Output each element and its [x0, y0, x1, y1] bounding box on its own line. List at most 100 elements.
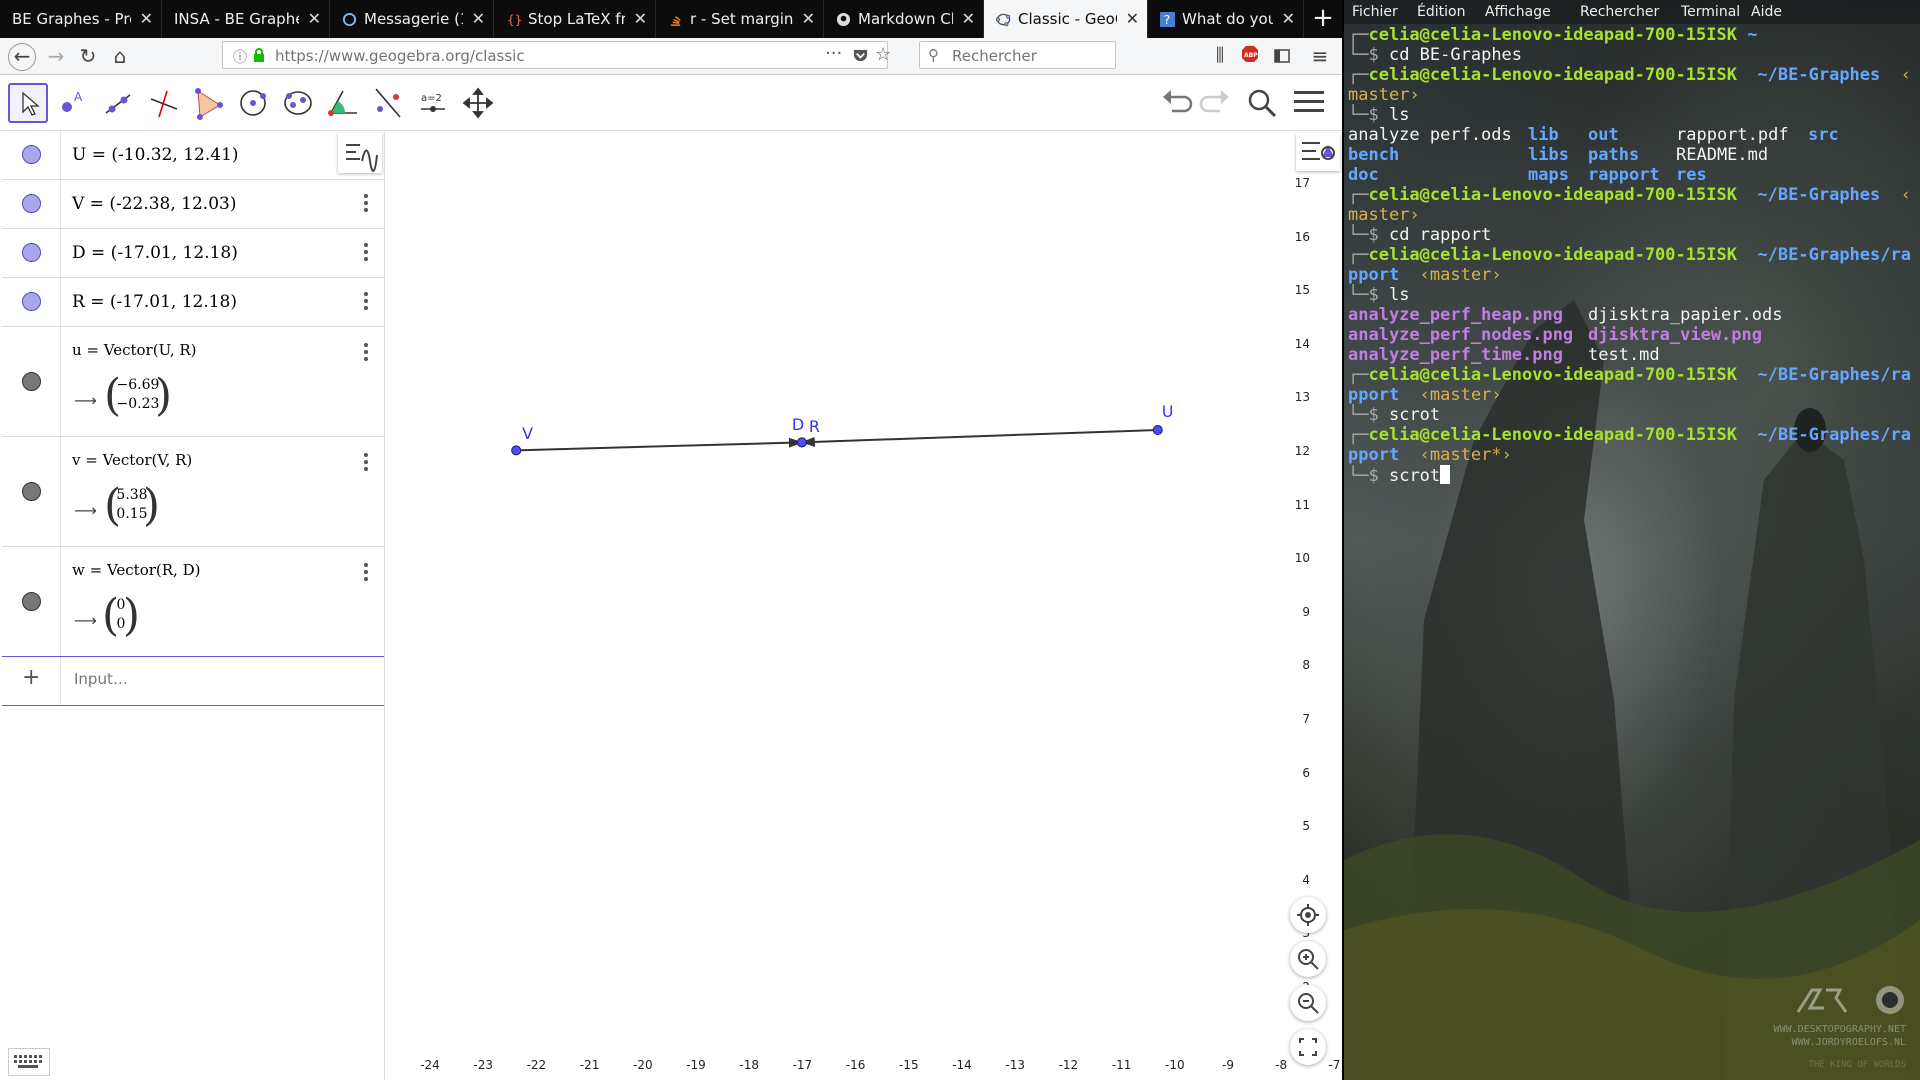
visibility-toggle-icon[interactable] [22, 145, 41, 164]
terminal-window[interactable]: Fichier Édition Affichage Rechercher Ter… [1344, 0, 1920, 1080]
tab-stop-latex[interactable]: {} Stop LaTeX from ✕ [494, 0, 656, 38]
info-icon[interactable]: ⓘ [233, 47, 247, 67]
close-icon[interactable]: ✕ [308, 0, 321, 38]
visibility-toggle-icon[interactable] [22, 372, 41, 391]
ellipse-tool-icon[interactable] [278, 83, 318, 123]
menu-icon[interactable]: ≡ [1308, 44, 1332, 68]
visibility-toggle-icon[interactable] [22, 592, 41, 611]
back-button[interactable]: ← [8, 43, 36, 71]
menu-affichage[interactable]: Affichage [1485, 4, 1551, 20]
library-icon[interactable]: ⫼ [1208, 44, 1232, 68]
bookmark-star-icon[interactable]: ☆ [875, 44, 891, 65]
close-icon[interactable]: ✕ [962, 0, 975, 38]
visibility-toggle-icon[interactable] [22, 194, 41, 213]
algebra-row-u[interactable]: u = Vector(U, R) ⟶ () −6.69 −0.23 [2, 327, 384, 437]
adblock-icon[interactable]: ABP [1238, 44, 1262, 68]
algebra-row-w[interactable]: w = Vector(R, D) ⟶ () 0 0 [2, 547, 384, 657]
close-icon[interactable]: ✕ [140, 0, 153, 38]
algebra-row-R[interactable]: R = (-17.01, 12.18) [2, 278, 384, 327]
reload-button[interactable]: ↻ [76, 44, 100, 68]
zoom-in-icon[interactable] [1290, 941, 1326, 977]
tab-set-margin[interactable]: r - Set margin s ✕ [656, 0, 824, 38]
definition-text[interactable]: w = Vector(R, D) [72, 561, 200, 579]
keyboard-icon[interactable] [8, 1048, 50, 1076]
tab-messagerie[interactable]: Messagerie (12 ✕ [330, 0, 494, 38]
visibility-toggle-icon[interactable] [22, 243, 41, 262]
search-box[interactable]: ⚲ [919, 41, 1116, 69]
close-icon[interactable]: ✕ [802, 0, 815, 38]
close-icon[interactable]: ✕ [1282, 0, 1295, 38]
tab-what-do-you[interactable]: ? What do you gu ✕ [1148, 0, 1304, 38]
home-icon[interactable]: ⌂ [108, 44, 132, 68]
graphics-view[interactable]: 171615141312111098765432 -24-23-22-21-20… [386, 131, 1342, 1080]
definition-text[interactable]: R = (-17.01, 12.18) [72, 292, 237, 312]
menu-aide[interactable]: Aide [1751, 4, 1782, 20]
more-options-icon[interactable] [364, 194, 370, 215]
plus-icon[interactable]: + [22, 665, 40, 690]
algebra-input[interactable] [72, 669, 356, 689]
point-U[interactable] [1152, 425, 1163, 436]
zoom-out-icon[interactable] [1290, 985, 1326, 1021]
algebra-row-U[interactable]: U = (-10.32, 12.41) [2, 131, 384, 180]
geometry-canvas[interactable] [386, 131, 1342, 1080]
polygon-tool-icon[interactable] [188, 83, 228, 123]
definition-text[interactable]: v = Vector(V, R) [72, 451, 192, 469]
fullscreen-icon[interactable] [1290, 1029, 1326, 1065]
move-tool-icon[interactable] [8, 83, 48, 123]
search-icon[interactable] [1246, 87, 1278, 123]
new-tab-button[interactable]: + [1304, 0, 1342, 38]
more-options-icon[interactable] [364, 292, 370, 313]
standard-view-icon[interactable] [1290, 897, 1326, 933]
algebra-row-V[interactable]: V = (-22.38, 12.03) [2, 180, 384, 229]
close-icon[interactable]: ✕ [1126, 0, 1139, 38]
point-label-V: V [522, 424, 534, 444]
close-icon[interactable]: ✕ [634, 0, 647, 38]
pocket-icon[interactable] [853, 48, 868, 63]
circle-tool-icon[interactable] [233, 83, 273, 123]
line-tool-icon[interactable] [98, 83, 138, 123]
point-R[interactable] [796, 437, 807, 448]
move-graphics-tool-icon[interactable] [458, 83, 498, 123]
vector-v[interactable] [516, 437, 803, 452]
graphics-style-icon[interactable] [1296, 133, 1340, 171]
algebra-row-v[interactable]: v = Vector(V, R) ⟶ () 5.38 0.15 [2, 437, 384, 547]
visibility-toggle-icon[interactable] [22, 292, 41, 311]
close-icon[interactable]: ✕ [472, 0, 485, 38]
undo-icon[interactable] [1160, 87, 1194, 121]
vector-u[interactable] [800, 429, 1158, 447]
slider-tool-icon[interactable]: a=2 [413, 83, 453, 123]
point-V[interactable] [511, 445, 522, 456]
page-actions-icon[interactable]: ··· [825, 43, 842, 64]
perpendicular-tool-icon[interactable] [143, 83, 183, 123]
algebra-input-row[interactable]: + [2, 657, 384, 706]
tab-markdown[interactable]: Markdown Chea ✕ [824, 0, 984, 38]
more-options-icon[interactable] [364, 243, 370, 264]
hamburger-menu-icon[interactable] [1294, 89, 1324, 119]
definition-text[interactable]: D = (-17.01, 12.18) [72, 243, 238, 263]
definition-text[interactable]: V = (-22.38, 12.03) [72, 194, 236, 214]
forward-button[interactable]: → [44, 44, 68, 68]
menu-terminal[interactable]: Terminal [1681, 4, 1740, 20]
menu-fichier[interactable]: Fichier [1352, 4, 1398, 20]
more-options-icon[interactable] [364, 343, 370, 364]
more-options-icon[interactable] [364, 453, 370, 474]
terminal-prompt-line[interactable]: └─$ scrot [1348, 465, 1451, 486]
sidebar-icon[interactable] [1270, 44, 1294, 68]
visibility-toggle-icon[interactable] [22, 482, 41, 501]
more-options-icon[interactable] [364, 563, 370, 584]
url-bar[interactable]: ⓘ https://www.geogebra.org/classic ··· ☆ [222, 41, 891, 69]
reflect-tool-icon[interactable] [368, 83, 408, 123]
tab-geogebra[interactable]: Classic - GeoGe ✕ [984, 0, 1148, 38]
tab-be-graphes[interactable]: BE Graphes - Probl ✕ [0, 0, 162, 38]
definition-text[interactable]: u = Vector(U, R) [72, 341, 197, 359]
definition-text[interactable]: U = (-10.32, 12.41) [72, 145, 239, 165]
algebra-row-D[interactable]: D = (-17.01, 12.18) [2, 229, 384, 278]
menu-edition[interactable]: Édition [1417, 4, 1465, 20]
point-tool-icon[interactable]: A [53, 83, 93, 123]
search-input[interactable] [950, 46, 1104, 66]
tab-insa[interactable]: INSA - BE Graphes ✕ [162, 0, 330, 38]
angle-tool-icon[interactable] [323, 83, 363, 123]
menu-rechercher[interactable]: Rechercher [1580, 4, 1659, 20]
svg-text:ABP: ABP [1244, 52, 1258, 59]
redo-icon[interactable] [1198, 87, 1232, 121]
